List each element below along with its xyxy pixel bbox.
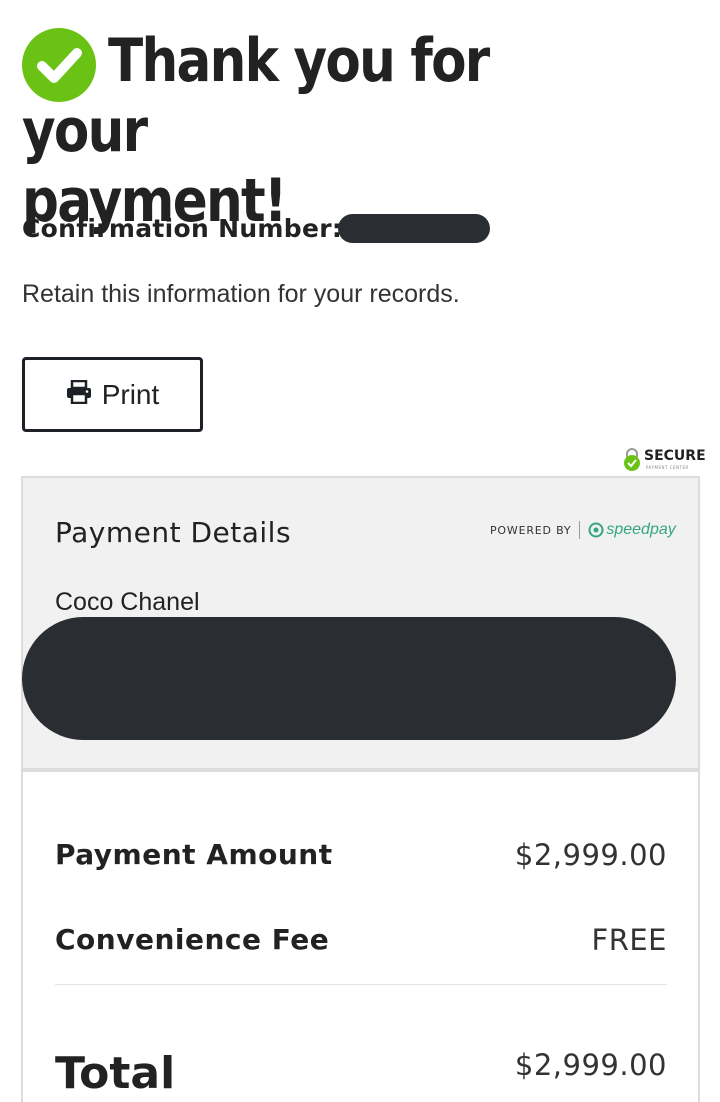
secure-label: SECURE (644, 448, 706, 464)
print-button-label: Print (101, 378, 160, 410)
speedpay-brand-text: speedpay (606, 521, 676, 538)
convenience-fee-label: Convenience Fee (55, 923, 330, 956)
convenience-fee-value: FREE (591, 923, 667, 957)
printer-icon (66, 379, 92, 409)
payment-amount-label: Payment Amount (55, 838, 333, 871)
shield-check-icon (622, 448, 642, 477)
address-redacted (22, 617, 676, 740)
confirmation-number-redacted (338, 214, 490, 243)
total-value: $2,999.00 (514, 1048, 667, 1082)
payment-details-title: Payment Details (55, 516, 292, 549)
confirmation-label: Confirmation Number: (22, 214, 343, 243)
speedpay-icon (588, 522, 604, 538)
retain-notice: Retain this information for your records… (22, 280, 460, 308)
powered-by-divider (579, 521, 581, 539)
total-label: Total (55, 1048, 176, 1099)
page-title: Thank you for your payment! (22, 26, 607, 236)
powered-by: POWERED BY speedpay (490, 521, 676, 539)
page-title-line1: Thank you for your (22, 26, 490, 166)
payer-name: Coco Chanel (55, 588, 200, 616)
speedpay-logo: speedpay (588, 521, 676, 539)
payment-amount-value: $2,999.00 (514, 838, 667, 872)
powered-by-label: POWERED BY (490, 523, 572, 537)
secure-sublabel: PAYMENT CENTER (646, 465, 689, 470)
print-button[interactable]: Print (22, 357, 203, 432)
secure-badge: SECURE PAYMENT CENTER (620, 446, 706, 477)
summary-divider (55, 984, 667, 985)
